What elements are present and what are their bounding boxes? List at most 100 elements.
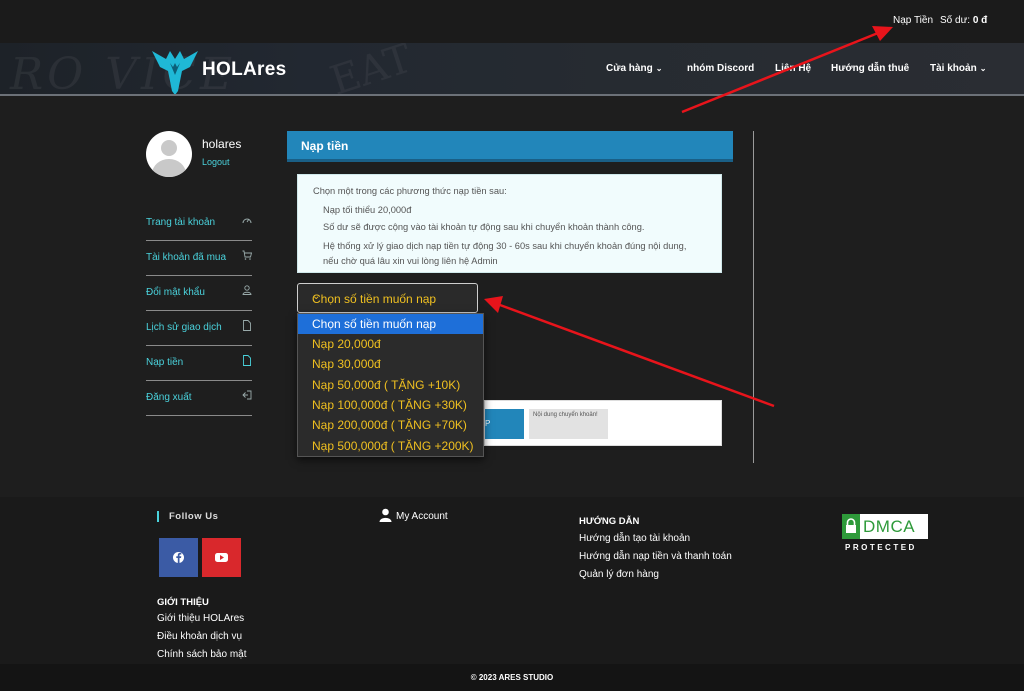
amount-option[interactable]: Chọn số tiền muốn nạp xyxy=(298,314,483,334)
annotation-arrow-2 xyxy=(499,303,775,408)
amount-option-label: Nạp 30,000đ xyxy=(312,357,381,371)
file-icon xyxy=(242,355,252,367)
amount-option[interactable]: Nạp 50,000đ ( TẶNG +10K) xyxy=(298,375,483,395)
avatar xyxy=(146,131,192,177)
sidebar-item-label: Tài khoản đã mua xyxy=(146,252,227,263)
facebook-icon xyxy=(173,552,184,563)
user-icon xyxy=(379,508,392,525)
nav-discord-label: nhóm Discord xyxy=(687,63,755,74)
avatar-head xyxy=(161,140,177,156)
my-account-link[interactable]: My Account xyxy=(379,508,448,525)
amount-option[interactable]: Nạp 200,000đ ( TẶNG +70K) xyxy=(298,415,483,435)
sidebar-item-purchased-accounts[interactable]: Tài khoản đã mua xyxy=(146,241,253,276)
sidebar-item-change-password[interactable]: Đổi mật khẩu xyxy=(146,276,252,311)
sidebar-item-label: Đăng xuất xyxy=(146,392,192,403)
sidebar-item-label: Lịch sử giao dịch xyxy=(146,322,222,333)
info-line: Số dư sẽ được cộng vào tài khoản tự động… xyxy=(323,222,645,232)
copyright-bar: © 2023 ARES STUDIO xyxy=(0,664,1024,691)
about-heading: GIỚI THIỆU xyxy=(157,597,209,608)
follow-us-heading: Follow Us xyxy=(157,511,218,522)
site-header: RO VICE EAT HOLAres Cửa hàng ⌄ nhóm Disco… xyxy=(0,43,1024,96)
transfer-button-label: P xyxy=(485,419,491,428)
amount-option-label: Nạp 200,000đ ( TẶNG +70K) xyxy=(312,418,467,432)
nav-account-label: Tài khoản xyxy=(930,63,977,74)
sidebar-item-account-page[interactable]: Trang tài khoản xyxy=(146,206,252,241)
brand-logo[interactable]: HOLAres xyxy=(148,45,298,94)
amount-option[interactable]: Nạp 20,000đ xyxy=(298,334,483,354)
chevron-down-icon: ⌄ xyxy=(979,64,987,73)
dmca-protected: PROTECTED xyxy=(845,543,917,552)
amount-option[interactable]: Nạp 30,000đ xyxy=(298,354,483,374)
logo-emblem-icon xyxy=(152,51,198,94)
page-title: Nạp tiền xyxy=(301,139,349,153)
transfer-content-field[interactable]: Nội dung chuyển khoản! xyxy=(529,409,608,439)
deposit-info-box: Chọn một trong các phương thức nạp tiền … xyxy=(297,174,722,273)
dmca-badge[interactable]: DMCA PROTECTED xyxy=(842,514,928,555)
transfer-content-placeholder: Nội dung chuyển khoản! xyxy=(533,412,598,418)
nav-contact[interactable]: Liên Hệ xyxy=(775,63,811,74)
avatar-body xyxy=(152,159,186,177)
amount-option[interactable]: Nạp 100,000đ ( TẶNG +30K) xyxy=(298,395,483,415)
youtube-button[interactable] xyxy=(202,538,241,577)
sidebar-item-logout[interactable]: Đăng xuất xyxy=(146,381,252,416)
content-divider xyxy=(753,131,754,463)
my-account-label: My Account xyxy=(396,511,448,523)
footer-link-order-management[interactable]: Quản lý đơn hàng xyxy=(579,569,659,580)
info-line: Nạp tối thiểu 20,000đ xyxy=(323,205,412,215)
topbar-balance: Số dư: 0 đ xyxy=(940,15,987,26)
facebook-button[interactable] xyxy=(159,538,198,577)
footer-link-privacy[interactable]: Chính sách bảo mật xyxy=(157,649,247,660)
amount-option[interactable]: Nạp 500,000đ ( TẶNG +200K) xyxy=(298,436,483,456)
logout-icon xyxy=(242,390,252,402)
chevron-down-icon: ⌄ xyxy=(655,64,663,73)
info-line: Hệ thống xử lý giao dịch nạp tiền tự độn… xyxy=(323,241,687,266)
username: holares xyxy=(202,137,242,151)
balance-label: Số dư: xyxy=(940,15,971,26)
topbar-deposit-link[interactable]: Nạp Tiền xyxy=(893,15,933,26)
amount-option-label: Chọn số tiền muốn nạp xyxy=(312,317,437,331)
dmca-word: DMCA xyxy=(863,517,916,536)
sidebar-item-label: Trang tài khoản xyxy=(146,217,216,228)
header-background-art-2: EAT xyxy=(324,43,418,96)
sidebar-item-deposit[interactable]: Nạp tiền xyxy=(146,346,252,381)
top-bar: Nạp Tiền Số dư: 0 đ xyxy=(0,0,1024,43)
sidebar-item-transaction-history[interactable]: Lịch sử giao dịch xyxy=(146,311,252,346)
lock-icon xyxy=(842,514,860,539)
transfer-details-box: P Nội dung chuyển khoản! xyxy=(484,400,722,446)
transfer-button[interactable]: P xyxy=(485,409,524,439)
nav-rental-guide[interactable]: Hướng dẫn thuê xyxy=(831,63,909,74)
amount-select[interactable]: Chọn số tiền muốn nạp ⌄ xyxy=(297,283,478,313)
sidebar-item-label: Nạp tiền xyxy=(146,357,184,368)
footer-link-deposit-guide[interactable]: Hướng dẫn nạp tiền và thanh toán xyxy=(579,551,732,562)
logout-link[interactable]: Logout xyxy=(202,157,230,167)
nav-rental-guide-label: Hướng dẫn thuê xyxy=(831,63,910,74)
chevron-down-icon: ⌄ xyxy=(312,291,321,302)
nav-discord[interactable]: nhóm Discord xyxy=(687,63,754,74)
amount-option-label: Nạp 20,000đ xyxy=(312,337,381,351)
nav-contact-label: Liên Hệ xyxy=(775,63,812,74)
guide-heading: HƯỚNG DẪN xyxy=(579,516,640,527)
amount-option-label: Nạp 100,000đ ( TẶNG +30K) xyxy=(312,398,467,412)
cart-icon xyxy=(242,250,253,262)
panel-header: Nạp tiền xyxy=(287,131,733,162)
nav-shop-label: Cửa hàng xyxy=(606,63,653,74)
amount-option-label: Nạp 50,000đ ( TẶNG +10K) xyxy=(312,378,461,392)
balance-value: 0 đ xyxy=(972,15,988,26)
gauge-icon xyxy=(242,215,252,227)
arrow-head-icon xyxy=(484,296,503,313)
file-icon xyxy=(242,320,252,332)
follow-us-label: Follow Us xyxy=(169,511,219,522)
copyright-text: © 2023 ARES STUDIO xyxy=(470,673,554,682)
brand-name: HOLAres xyxy=(202,59,287,80)
footer-link-create-account-guide[interactable]: Hướng dẫn tạo tài khoản xyxy=(579,533,690,544)
nav-shop[interactable]: Cửa hàng ⌄ xyxy=(606,63,662,74)
footer-link-about[interactable]: Giới thiệu HOLAres xyxy=(157,613,244,624)
amount-select-dropdown: Chọn số tiền muốn nạp Nạp 20,000đ Nạp 30… xyxy=(297,313,484,457)
nav-account[interactable]: Tài khoản ⌄ xyxy=(930,63,986,74)
footer-link-terms[interactable]: Điều khoản dịch vụ xyxy=(157,631,242,642)
sidebar-item-label: Đổi mật khẩu xyxy=(146,287,205,298)
youtube-icon xyxy=(215,553,228,562)
amount-option-label: Nạp 500,000đ ( TẶNG +200K) xyxy=(312,439,474,453)
user-icon xyxy=(242,285,252,297)
info-intro: Chọn một trong các phương thức nạp tiền … xyxy=(313,186,507,196)
